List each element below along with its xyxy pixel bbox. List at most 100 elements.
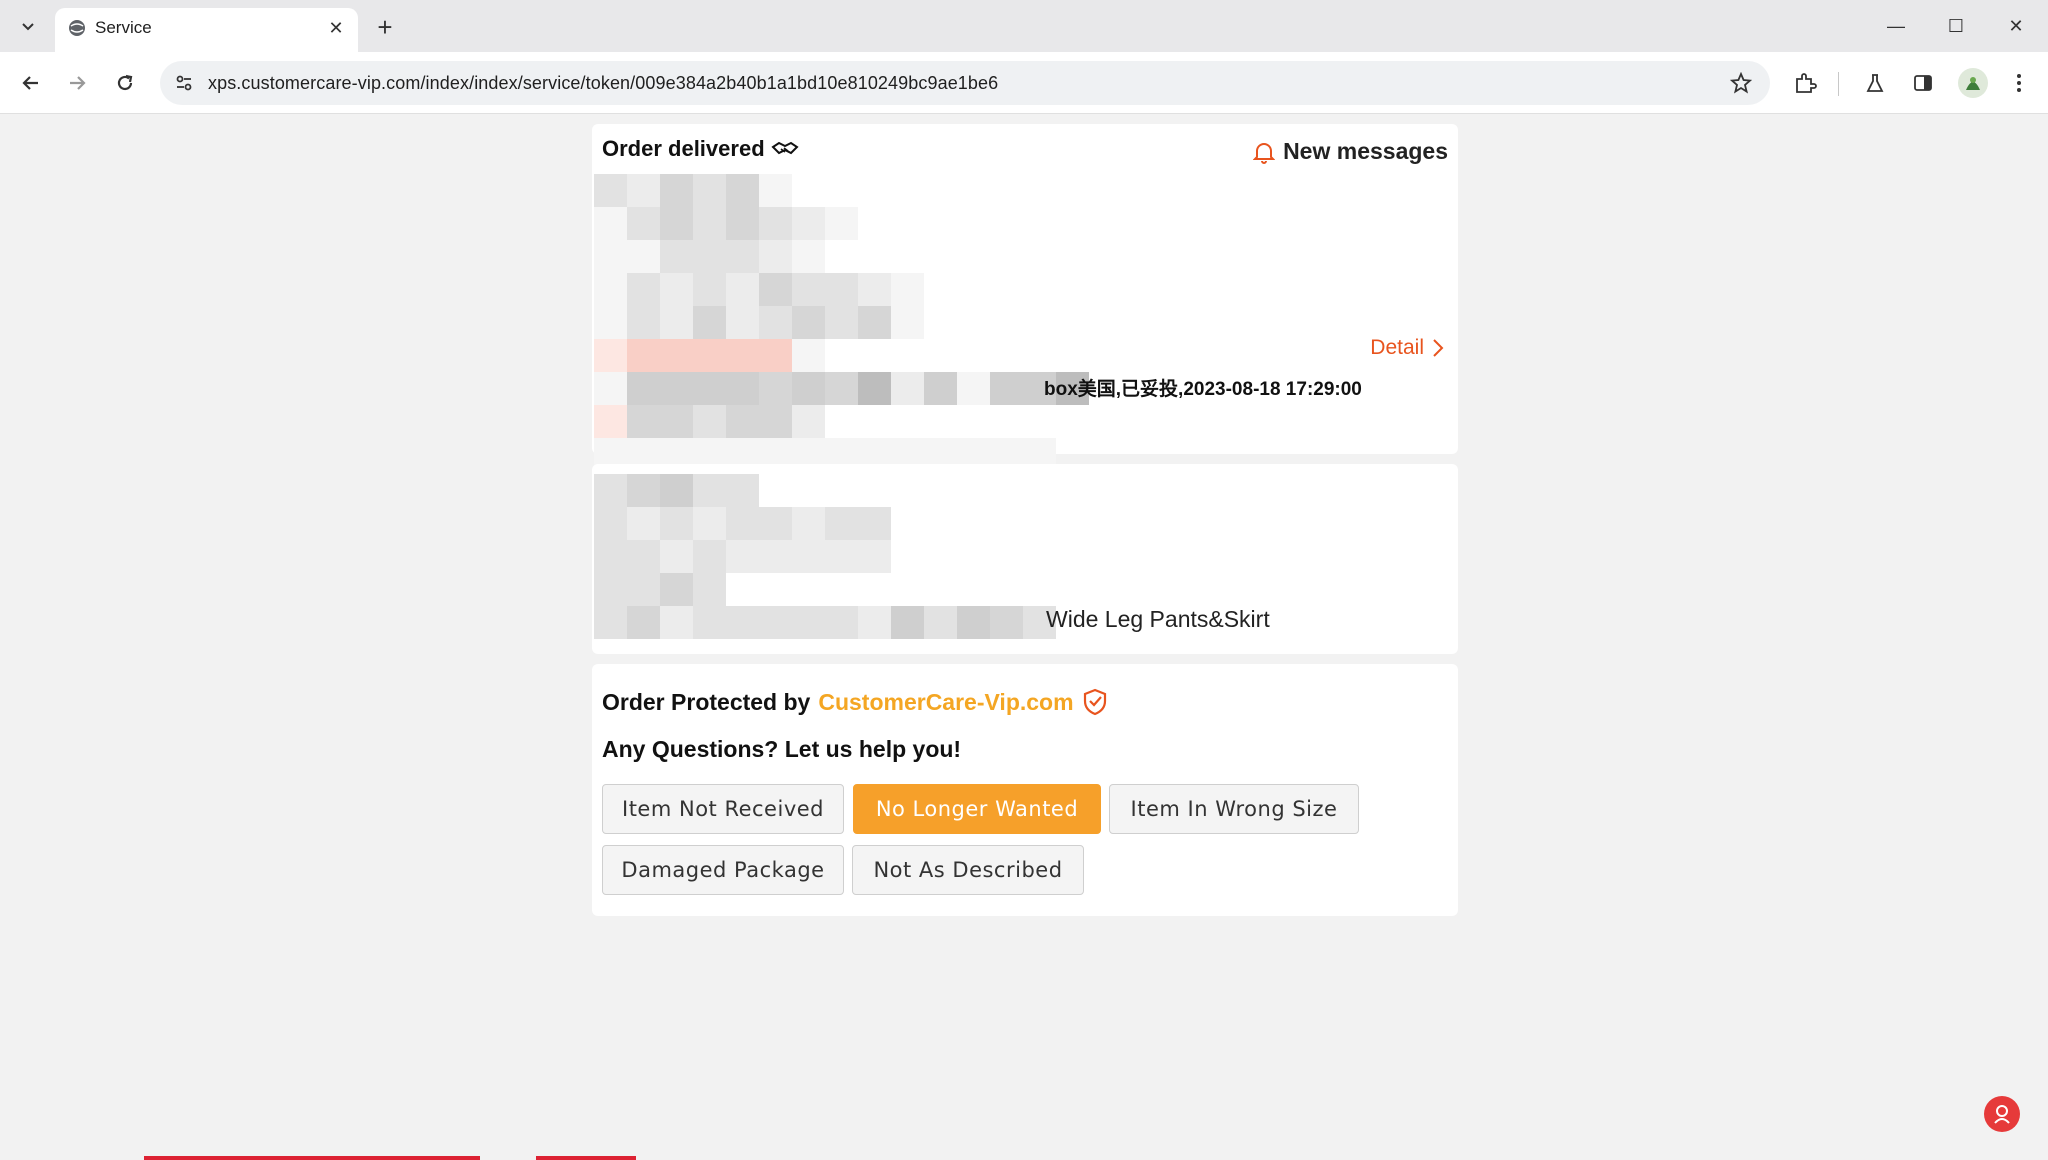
mosaic-pixel	[627, 573, 660, 606]
mosaic-pixel	[594, 207, 627, 240]
mosaic-pixel	[627, 240, 660, 273]
mosaic-pixel	[660, 573, 693, 606]
mosaic-pixel	[825, 507, 858, 540]
mosaic-pixel	[594, 606, 627, 639]
mosaic-pixel	[594, 339, 627, 372]
item-not-received-button[interactable]: Item Not Received	[602, 784, 844, 834]
mosaic-pixel	[792, 339, 825, 372]
mosaic-pixel	[759, 540, 792, 573]
browser-tab[interactable]: Service ✕	[55, 8, 358, 52]
forward-button[interactable]	[60, 66, 94, 100]
mosaic-pixel	[627, 507, 660, 540]
new-messages-link[interactable]: New messages	[1253, 138, 1448, 165]
extensions-icon[interactable]	[1788, 66, 1822, 100]
mosaic-pixel	[660, 405, 693, 438]
mosaic-pixel	[594, 405, 627, 438]
mosaic-pixel	[891, 273, 924, 306]
mosaic-pixel	[759, 306, 792, 339]
new-tab-button[interactable]: +	[370, 12, 400, 42]
mosaic-pixel	[759, 372, 792, 405]
reload-button[interactable]	[108, 66, 142, 100]
mosaic-pixel	[660, 240, 693, 273]
mosaic-pixel	[660, 306, 693, 339]
mosaic-pixel	[792, 606, 825, 639]
product-card: Wide Leg Pants&Skirt	[592, 464, 1458, 654]
order-protected-line: Order Protected by CustomerCare-Vip.com	[602, 688, 1108, 716]
more-menu-icon[interactable]	[2002, 66, 2036, 100]
profile-avatar[interactable]	[1958, 68, 1988, 98]
mosaic-pixel	[660, 474, 693, 507]
mosaic-pixel	[858, 306, 891, 339]
shield-check-icon	[1083, 688, 1106, 716]
site-info-icon[interactable]	[170, 69, 198, 97]
mosaic-pixel	[693, 174, 726, 207]
tab-close-icon[interactable]: ✕	[324, 16, 348, 40]
mosaic-pixel	[726, 306, 759, 339]
brand-link[interactable]: CustomerCare-Vip.com	[818, 689, 1073, 716]
maximize-button[interactable]: ☐	[1938, 10, 1974, 42]
bookmark-star-icon[interactable]	[1728, 70, 1754, 96]
mosaic-pixel	[759, 339, 792, 372]
back-button[interactable]	[14, 66, 48, 100]
mosaic-pixel	[726, 174, 759, 207]
mosaic-pixel	[858, 540, 891, 573]
order-status-heading: Order delivered	[602, 136, 799, 162]
mosaic-pixel	[627, 405, 660, 438]
mosaic-pixel	[594, 507, 627, 540]
mosaic-pixel	[825, 273, 858, 306]
mosaic-pixel	[825, 306, 858, 339]
mosaic-pixel	[792, 306, 825, 339]
mosaic-pixel	[792, 372, 825, 405]
mosaic-pixel	[627, 339, 660, 372]
mosaic-pixel	[858, 372, 891, 405]
browser-tab-strip: Service ✕ + — ☐ ✕	[0, 0, 2048, 52]
tracking-info: box美国,已妥投,2023-08-18 17:29:00	[1044, 379, 1362, 400]
address-bar[interactable]: xps.customercare-vip.com/index/index/ser…	[160, 61, 1770, 105]
chevron-right-icon	[1433, 339, 1444, 357]
mosaic-pixel	[594, 372, 627, 405]
mosaic-pixel	[891, 372, 924, 405]
globe-icon	[69, 20, 85, 36]
mosaic-pixel	[759, 405, 792, 438]
mosaic-pixel	[693, 606, 726, 639]
labs-flask-icon[interactable]	[1858, 66, 1892, 100]
mosaic-pixel	[660, 207, 693, 240]
no-longer-wanted-button[interactable]: No Longer Wanted	[853, 784, 1101, 834]
detail-link[interactable]: Detail	[1370, 336, 1444, 360]
not-as-described-button[interactable]: Not As Described	[852, 845, 1084, 895]
mosaic-pixel	[693, 474, 726, 507]
mosaic-pixel	[693, 540, 726, 573]
support-card: Order Protected by CustomerCare-Vip.com …	[592, 664, 1458, 916]
mosaic-pixel	[693, 240, 726, 273]
arrow-left-icon	[22, 76, 38, 90]
mosaic-pixel	[825, 540, 858, 573]
mosaic-pixel	[726, 339, 759, 372]
bell-icon	[1253, 142, 1276, 164]
product-name: Wide Leg Pants&Skirt	[1046, 606, 1270, 632]
mosaic-pixel	[693, 507, 726, 540]
minimize-button[interactable]: —	[1878, 10, 1914, 42]
toolbar-separator	[1838, 72, 1839, 96]
floating-help-button[interactable]	[1984, 1096, 2020, 1132]
mosaic-pixel	[759, 174, 792, 207]
tab-search-button[interactable]	[10, 10, 46, 42]
mosaic-pixel	[660, 273, 693, 306]
mosaic-pixel	[759, 273, 792, 306]
damaged-package-button[interactable]: Damaged Package	[602, 845, 844, 895]
mosaic-pixel	[627, 606, 660, 639]
mosaic-pixel	[858, 606, 891, 639]
mosaic-pixel	[957, 606, 990, 639]
mosaic-pixel	[627, 174, 660, 207]
mosaic-pixel	[759, 240, 792, 273]
mosaic-pixel	[594, 273, 627, 306]
side-panel-icon[interactable]	[1906, 66, 1940, 100]
mosaic-pixel	[594, 174, 627, 207]
mosaic-pixel	[660, 372, 693, 405]
arrow-right-icon	[70, 76, 86, 90]
mosaic-pixel	[891, 306, 924, 339]
bottom-edge-strip	[144, 1156, 480, 1160]
mosaic-pixel	[726, 405, 759, 438]
mosaic-pixel	[924, 372, 957, 405]
item-wrong-size-button[interactable]: Item In Wrong Size	[1109, 784, 1359, 834]
close-window-button[interactable]: ✕	[1998, 10, 2034, 42]
